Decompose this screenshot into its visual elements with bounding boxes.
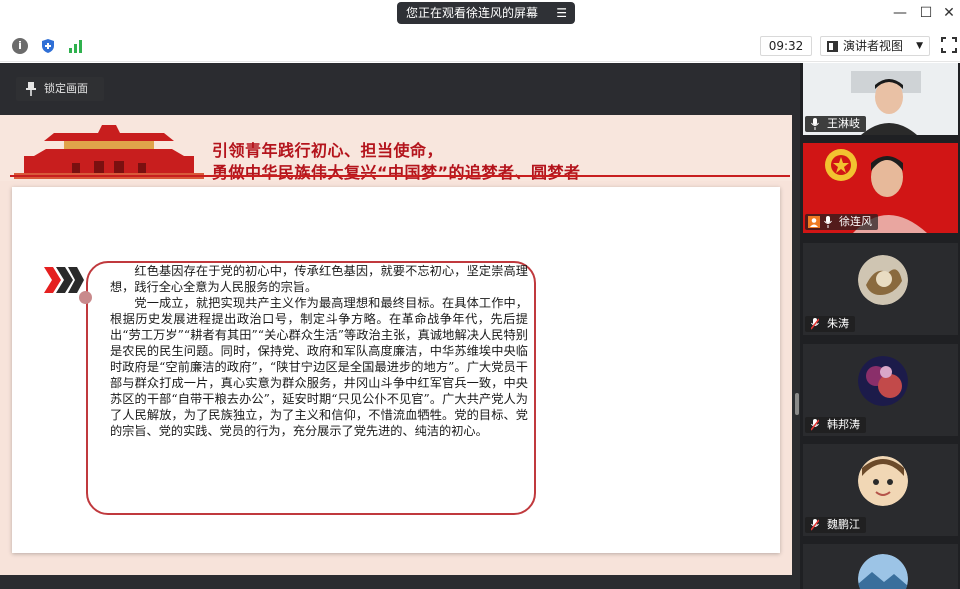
title-bar: 您正在观看徐连风的屏幕 ☰ — ☐ ✕: [0, 0, 960, 30]
close-icon[interactable]: ✕: [941, 5, 957, 21]
meeting-toolbar: i 09:32 演讲者视图 ▼: [0, 30, 960, 62]
panel-resize-handle[interactable]: [795, 393, 799, 415]
shield-icon[interactable]: [40, 38, 56, 54]
lock-screen-button[interactable]: 锁定画面: [16, 77, 104, 101]
shared-screen-area: 锁定画面 引领青年践行初心、担当使命， 勇做中华民族伟大复兴“中国梦”的追梦者、…: [0, 63, 800, 589]
host-icon: [808, 216, 820, 228]
avatar: [858, 356, 908, 406]
screen-share-banner[interactable]: 您正在观看徐连风的屏幕 ☰: [397, 2, 575, 24]
participant-tile[interactable]: 韩邦涛: [803, 344, 958, 436]
tiananmen-icon: [14, 123, 204, 179]
slide-content-card: 红色基因存在于党的初心中，传承红色基因，就要不忘初心，坚定崇高理想，践行全心全意…: [12, 187, 780, 553]
participant-name-tag: 徐连风: [805, 214, 878, 230]
participant-name: 徐连风: [839, 215, 872, 228]
header-divider: [10, 175, 790, 177]
info-icon[interactable]: i: [12, 38, 28, 54]
participant-tile[interactable]: 魏鹏江: [803, 444, 958, 536]
avatar: [858, 255, 908, 305]
list-icon[interactable]: ☰: [556, 2, 567, 24]
participant-name: 魏鹏江: [827, 518, 860, 531]
chevron-down-icon: ▼: [916, 41, 923, 51]
participant-name-tag: 韩邦涛: [805, 417, 866, 433]
participant-name-tag: 朱涛: [805, 316, 855, 332]
frame-dot: [79, 291, 92, 304]
participant-tile[interactable]: 王淋岐: [803, 63, 958, 135]
fullscreen-icon[interactable]: [940, 36, 958, 54]
signal-icon[interactable]: [67, 38, 83, 54]
speaker-view-icon: [827, 41, 838, 52]
slide-header: 引领青年践行初心、担当使命， 勇做中华民族伟大复兴“中国梦”的追梦者、圆梦者: [0, 115, 792, 182]
meeting-timer: 09:32: [760, 36, 812, 56]
mic-muted-icon: [811, 318, 819, 330]
paragraph-2: 党一成立，就把实现共产主义作为最高理想和最终目标。在具体工作中，根据历史发展进程…: [110, 296, 528, 438]
avatar: [858, 554, 908, 589]
slide-title-line2: 勇做中华民族伟大复兴“中国梦”的追梦者、圆梦者: [212, 163, 581, 182]
participant-name: 王淋岐: [827, 117, 860, 130]
participant-tile[interactable]: 朱涛: [803, 243, 958, 335]
participant-name: 韩邦涛: [827, 418, 860, 431]
mic-icon: [824, 216, 832, 228]
participant-tile[interactable]: 徐连风: [803, 143, 958, 233]
minimize-icon[interactable]: —: [892, 5, 908, 21]
mic-muted-icon: [811, 419, 819, 431]
mic-muted-icon: [811, 519, 819, 531]
presentation-slide: 引领青年践行初心、担当使命， 勇做中华民族伟大复兴“中国梦”的追梦者、圆梦者 红…: [0, 115, 792, 575]
share-banner-text: 您正在观看徐连风的屏幕: [406, 6, 539, 20]
pin-icon: [26, 82, 36, 96]
participant-name-tag: 王淋岐: [805, 116, 866, 132]
participant-name-tag: 魏鹏江: [805, 517, 866, 533]
view-mode-label: 演讲者视图: [843, 39, 904, 53]
chevron-right-icon: [44, 267, 84, 293]
participant-tile[interactable]: [803, 544, 958, 589]
lock-screen-label: 锁定画面: [44, 82, 88, 95]
avatar: [858, 456, 908, 506]
slide-title-line1: 引领青年践行初心、担当使命，: [212, 141, 444, 160]
participants-panel: 王淋岐 徐连风 朱涛 韩邦涛 魏鹏江: [800, 63, 960, 589]
paragraph-1: 红色基因存在于党的初心中，传承红色基因，就要不忘初心，坚定崇高理想，践行全心全意…: [110, 264, 528, 294]
maximize-icon[interactable]: ☐: [918, 5, 934, 21]
mic-icon: [811, 118, 819, 130]
slide-body-text: 红色基因存在于党的初心中，传承红色基因，就要不忘初心，坚定崇高理想，践行全心全意…: [110, 263, 528, 439]
view-mode-button[interactable]: 演讲者视图 ▼: [820, 36, 930, 56]
participant-name: 朱涛: [827, 317, 849, 330]
